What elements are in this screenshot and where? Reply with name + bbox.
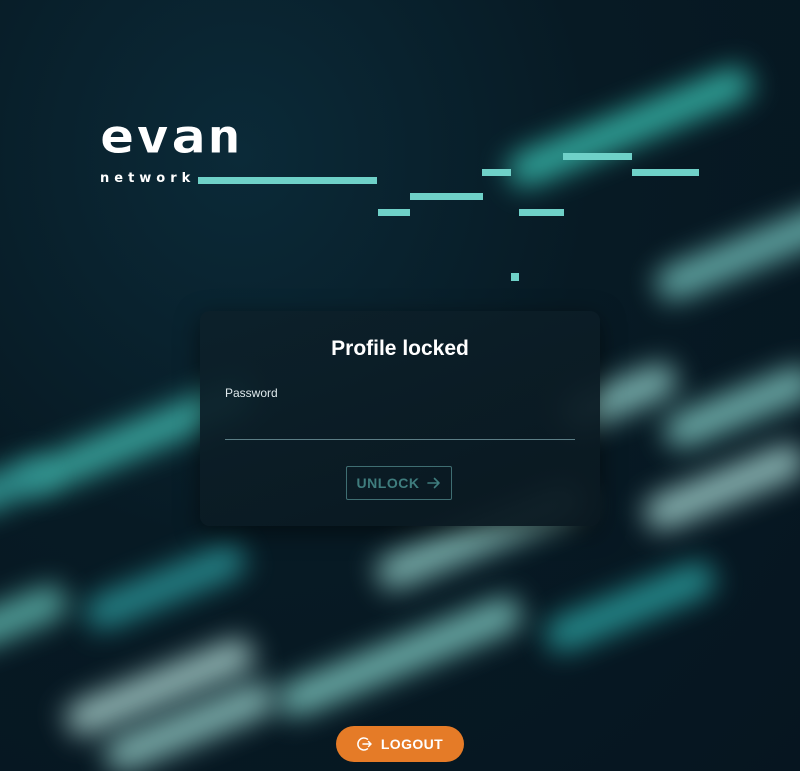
card-title: Profile locked	[331, 337, 469, 360]
arrow-right-icon	[427, 476, 441, 490]
password-label: Password	[225, 386, 278, 400]
logo-dash	[511, 273, 519, 281]
unlock-button[interactable]: UNLOCK	[346, 466, 452, 500]
brand-logo: evan	[100, 110, 243, 166]
logout-button-label: LOGOUT	[380, 736, 444, 752]
logo-dash	[378, 209, 410, 216]
brand-name: evan	[100, 110, 243, 164]
password-input[interactable]	[225, 403, 575, 440]
bg-streak	[650, 198, 800, 306]
bg-streak	[79, 539, 251, 635]
logo-dash	[632, 169, 699, 176]
brand-tagline: network	[100, 171, 196, 186]
bg-streak	[659, 361, 800, 453]
logo-dash	[410, 193, 483, 200]
logout-icon	[357, 736, 373, 752]
bg-streak	[639, 439, 800, 535]
bg-streak	[540, 557, 720, 657]
logout-button[interactable]: LOGOUT	[336, 726, 464, 762]
unlock-button-label: UNLOCK	[356, 475, 420, 491]
logo-dash	[519, 209, 564, 216]
logo-dash	[198, 177, 377, 184]
unlock-card: Profile locked Password UNLOCK	[200, 311, 600, 526]
bg-streak	[0, 580, 73, 654]
bg-streak	[273, 592, 527, 722]
bg-streak	[503, 62, 757, 192]
logo-dash	[563, 153, 632, 160]
logo-dash	[482, 169, 511, 176]
